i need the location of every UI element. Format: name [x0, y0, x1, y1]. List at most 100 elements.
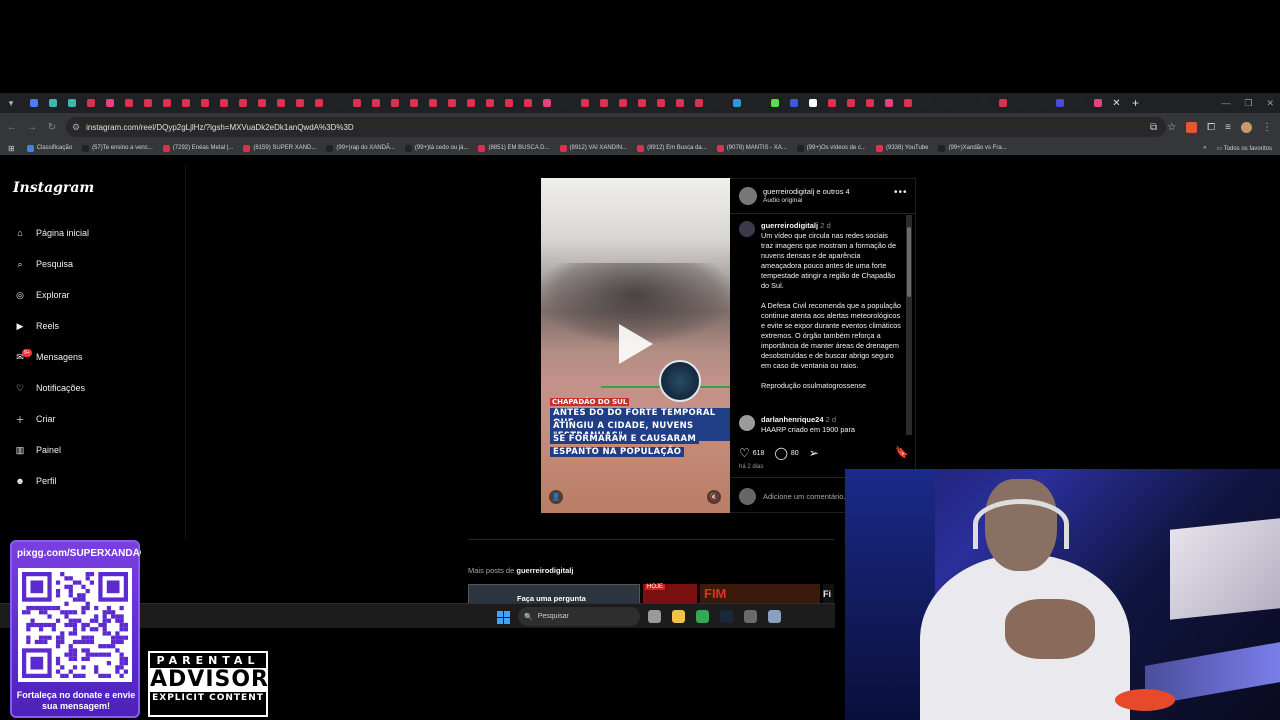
browser-tab[interactable] [100, 96, 119, 110]
sidebar-item-messenger[interactable]: ✉ 9+ Mensagens [12, 347, 83, 367]
reel-video[interactable]: CHAPADÃO DO SUL ANTES DO DO FORTE TEMPOR… [541, 178, 730, 513]
instagram-logo[interactable]: Instagram [13, 180, 94, 196]
browser-tab[interactable] [993, 96, 1012, 110]
browser-tab[interactable] [613, 96, 632, 110]
bookmark-item[interactable]: (9338) YouTube [876, 144, 928, 152]
browser-tab[interactable] [936, 96, 955, 110]
browser-tab[interactable] [594, 96, 613, 110]
post-author[interactable]: guerreirodigitalj e outros 4 [763, 187, 850, 196]
menu-icon[interactable]: ⋮ [1262, 122, 1272, 133]
file-explorer-taskbar-icon[interactable] [672, 610, 685, 623]
bookmark-item[interactable]: (9078) MANTIS - XA... [716, 144, 787, 152]
browser-tab[interactable] [537, 96, 556, 110]
browser-tab[interactable] [157, 96, 176, 110]
bookmark-item[interactable]: (7292) Enéas Metal |... [162, 144, 233, 152]
browser-tab[interactable] [651, 96, 670, 110]
browser-tab[interactable] [62, 96, 81, 110]
browser-tab[interactable] [499, 96, 518, 110]
author-avatar[interactable] [739, 187, 757, 205]
bookmark-item[interactable]: (99+)rap do XANDÃ... [326, 144, 395, 152]
sidebar-item-plus[interactable]: ＋ Criar [12, 409, 55, 429]
browser-tab[interactable] [822, 96, 841, 110]
browser-tab[interactable] [461, 96, 480, 110]
bookmark-item[interactable]: (99+)Xandão vs Fra... [938, 144, 1007, 152]
more-bookmarks-icon[interactable]: » [1203, 145, 1206, 151]
more-options-icon[interactable]: ••• [894, 187, 908, 198]
browser-tab[interactable] [803, 96, 822, 110]
browser-tab[interactable] [480, 96, 499, 110]
browser-tab[interactable] [1050, 96, 1069, 110]
browser-tab[interactable] [1012, 96, 1031, 110]
browser-tab[interactable] [347, 96, 366, 110]
browser-tab[interactable] [879, 96, 898, 110]
install-icon[interactable]: ⧉ [1150, 122, 1157, 133]
browser-tab[interactable] [176, 96, 195, 110]
browser-tab[interactable] [290, 96, 309, 110]
settings-taskbar-icon[interactable] [768, 610, 781, 623]
tagged-user-icon[interactable]: 👤 [549, 490, 563, 504]
bookmark-item[interactable]: Classificação [26, 144, 72, 152]
share-icon[interactable]: ➢ [809, 446, 819, 460]
browser-tab[interactable] [138, 96, 157, 110]
browser-tab[interactable] [309, 96, 328, 110]
profile-avatar-icon[interactable] [1241, 121, 1252, 133]
bookmark-item[interactable]: (8851) EM BUSCA D... [478, 144, 550, 152]
post-audio[interactable]: Áudio original [763, 197, 802, 204]
browser-tab[interactable] [81, 96, 100, 110]
browser-tab[interactable] [1031, 96, 1050, 110]
browser-tab[interactable] [518, 96, 537, 110]
add-comment-input[interactable]: Adicione um comentário... [763, 492, 850, 501]
caption-username[interactable]: guerreirodigitalj [761, 221, 818, 230]
post-thumbnail[interactable]: HOJE [643, 584, 697, 604]
browser-tab[interactable] [195, 96, 214, 110]
browser-tab[interactable] [252, 96, 271, 110]
caption-user[interactable]: guerreirodigitalj 2 d [761, 221, 831, 230]
apps-grid-icon[interactable]: ⊞ [8, 144, 15, 153]
browser-tab[interactable] [271, 96, 290, 110]
tab-search-icon[interactable]: ▾ [4, 96, 18, 110]
minimize-icon[interactable]: — [1221, 98, 1230, 108]
new-tab-button[interactable]: + [1126, 96, 1145, 110]
extensions-puzzle-icon[interactable]: ⧠ [1207, 122, 1215, 133]
sidebar-item-compass[interactable]: ◎ Explorar [12, 285, 69, 305]
sidebar-item-home[interactable]: ⌂ Página inicial [12, 223, 89, 243]
steam-taskbar-icon[interactable] [720, 610, 733, 623]
save-icon[interactable]: 🔖 [895, 446, 909, 459]
browser-tab[interactable] [708, 96, 727, 110]
bookmark-item[interactable]: (99+)tá cedo ou já... [404, 144, 468, 152]
comment-icon[interactable]: ◯ [774, 446, 787, 460]
browser-tab[interactable] [841, 96, 860, 110]
forward-icon[interactable]: → [22, 122, 42, 133]
play-icon[interactable] [619, 324, 653, 364]
site-info-icon[interactable]: ⚙ [72, 122, 80, 133]
browser-tab[interactable] [765, 96, 784, 110]
browser-tab[interactable] [233, 96, 252, 110]
browser-tab[interactable] [328, 96, 347, 110]
browser-tab[interactable] [955, 96, 974, 110]
comment-user[interactable]: darlanhenrique24 2 d [761, 415, 836, 424]
close-tab-icon[interactable]: ✕ [1107, 98, 1126, 109]
sidebar-item-profile[interactable]: ☻ Perfil [12, 471, 56, 491]
bookmark-item[interactable]: (8912) VAI XANDIN... [559, 144, 627, 152]
comment-avatar[interactable] [739, 415, 755, 431]
maximize-icon[interactable]: ❐ [1244, 98, 1252, 109]
windows-start-icon[interactable] [497, 611, 510, 624]
browser-tab[interactable] [556, 96, 575, 110]
comment-username[interactable]: darlanhenrique24 [761, 415, 824, 424]
browser-tab[interactable] [917, 96, 936, 110]
browser-tab[interactable] [119, 96, 138, 110]
scrollbar[interactable] [906, 215, 912, 435]
browser-tab[interactable] [24, 96, 43, 110]
more-posts-user[interactable]: guerreirodigitalj [516, 566, 573, 575]
bookmark-item[interactable]: (8159) SUPER XAND... [243, 144, 316, 152]
obs-taskbar-icon[interactable] [744, 610, 757, 623]
browser-tab[interactable] [366, 96, 385, 110]
browser-tab[interactable] [423, 96, 442, 110]
post-thumbnail[interactable]: FIM [700, 584, 820, 604]
browser-tab[interactable] [689, 96, 708, 110]
taskbar-search[interactable]: 🔍 Pesquisar [518, 607, 640, 626]
sidebar-item-heart[interactable]: ♡ Notificações [12, 378, 85, 398]
extension-icon[interactable] [1186, 121, 1198, 133]
bookmark-item[interactable]: (57)Te ensino a venc... [82, 144, 153, 152]
bookmark-star-icon[interactable]: ☆ [1167, 122, 1176, 133]
